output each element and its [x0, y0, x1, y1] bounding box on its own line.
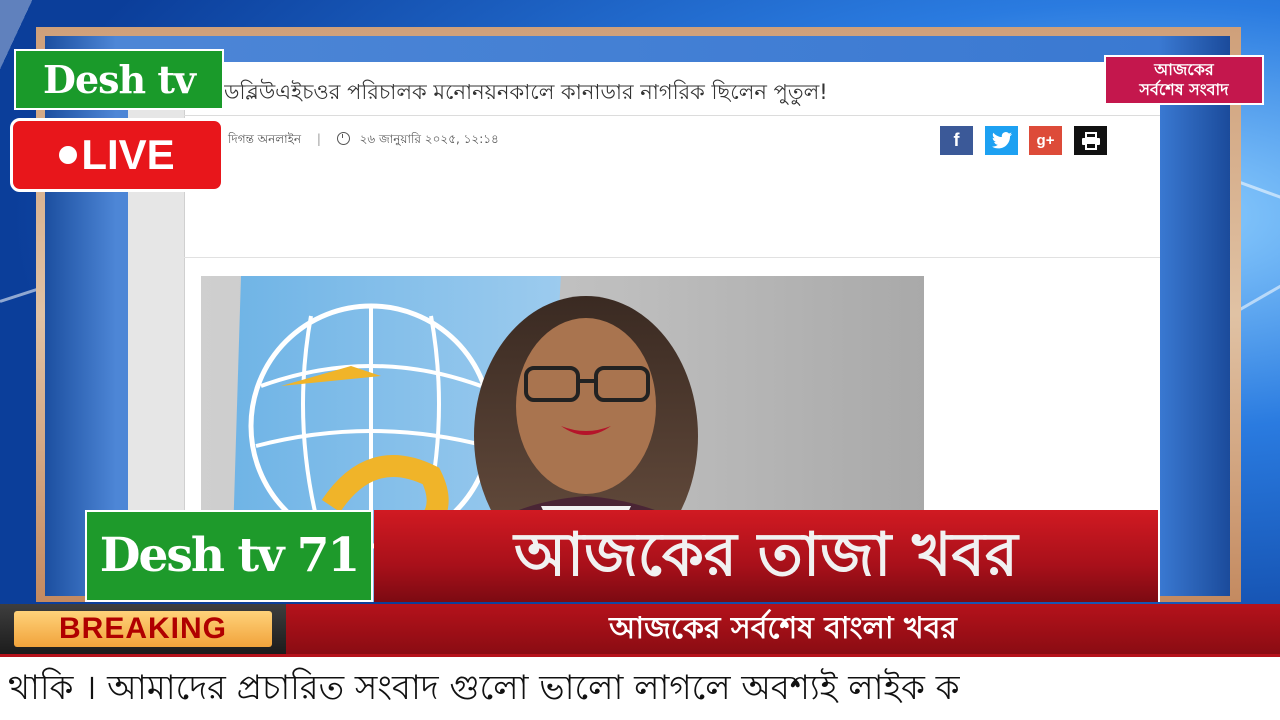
facebook-icon[interactable]: f [940, 126, 973, 155]
ticker-text: থাকি । আমাদের প্রচারিত সংবাদ গুলো ভালো ল… [8, 668, 960, 708]
clock-icon [336, 132, 350, 145]
lower-third-subtitle: আজকের সর্বশেষ বাংলা খবর [286, 604, 1280, 654]
corner-logo: আজকের সর্বশেষ সংবাদ [1104, 55, 1264, 105]
corner-logo-line1: আজকের [1154, 60, 1214, 79]
live-badge: LIVE [10, 118, 224, 192]
lower-third-logo: Desh tv 71 [85, 510, 373, 602]
live-label: LIVE [81, 131, 175, 178]
lower-third-title: আজকের তাজা খবর [374, 510, 1158, 602]
breaking-badge: BREAKING [0, 604, 286, 654]
google-plus-icon[interactable]: g+ [1029, 126, 1062, 155]
news-ticker: থাকি । আমাদের প্রচারিত সংবাদ গুলো ভালো ল… [0, 654, 1280, 720]
article-author[interactable]: দিগন্ত অনলাইন [228, 132, 301, 146]
channel-logo: Desh tv 71 [14, 49, 224, 159]
article-meta: দিগন্ত অনলাইন | ২৬ জানুয়ারি ২০২৫, ১২:১৪ [228, 131, 499, 151]
divider [184, 115, 1160, 116]
twitter-icon[interactable] [985, 126, 1018, 155]
corner-logo-line2: সর্বশেষ সংবাদ [1139, 80, 1229, 99]
article-date: ২৬ জানুয়ারি ২০২৫, ১২:১৪ [359, 132, 499, 146]
live-dot-icon [59, 146, 78, 164]
divider [184, 257, 1160, 258]
meta-separator: | [316, 132, 321, 146]
print-icon[interactable] [1074, 126, 1107, 155]
article-headline[interactable]: ডব্লিউএইচওর পরিচালক মনোনয়নকালে কানাডার … [224, 76, 828, 111]
breaking-label: BREAKING [14, 611, 272, 647]
